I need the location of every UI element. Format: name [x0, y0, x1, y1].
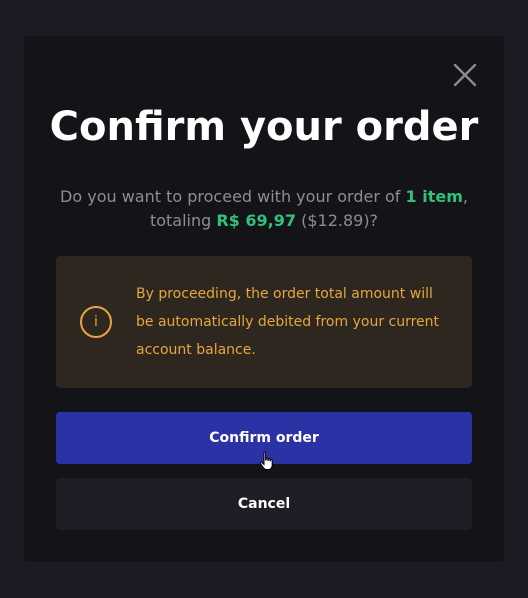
modal-title: Confirm your order	[49, 104, 479, 150]
order-description: Do you want to proceed with your order o…	[48, 185, 480, 233]
info-icon: i	[80, 306, 112, 338]
close-icon[interactable]	[452, 62, 478, 88]
confirm-order-modal: Confirm your order Do you want to procee…	[24, 36, 504, 562]
order-total: R$ 69,97	[216, 211, 296, 230]
balance-notice: i By proceeding, the order total amount …	[56, 256, 472, 388]
item-count: 1 item	[405, 187, 463, 206]
cancel-button[interactable]: Cancel	[56, 478, 472, 530]
notice-text: By proceeding, the order total amount wi…	[136, 286, 440, 358]
confirm-order-button[interactable]: Confirm order	[56, 412, 472, 464]
description-suffix: ($12.89)?	[296, 211, 379, 230]
description-prefix: Do you want to proceed with your order o…	[60, 187, 406, 206]
